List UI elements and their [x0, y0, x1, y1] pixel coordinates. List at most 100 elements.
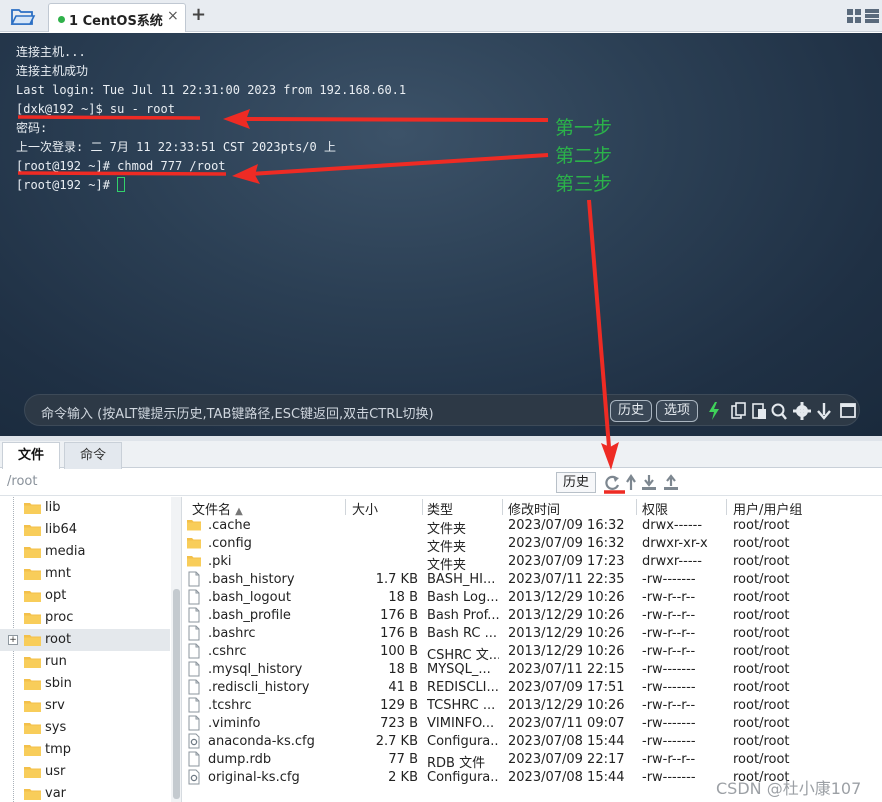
file-row[interactable]: anaconda-ks.cfg 2.7 KB Configura... 2023/07… — [186, 733, 826, 751]
folder-icon — [24, 635, 41, 646]
copy-icon[interactable] — [731, 402, 746, 419]
file-mtime: 2023/07/09 17:51 — [508, 680, 625, 695]
file-mtime: 2013/12/29 10:26 — [508, 644, 625, 659]
watermark: CSDN @杜小康107 — [716, 779, 862, 798]
terminal-area[interactable]: 连接主机... 连接主机成功 Last login: Tue Jul 11 22… — [0, 33, 882, 436]
file-row[interactable]: .viminfo 723 B VIMINFO... 2023/07/11 09:07 -… — [186, 715, 826, 733]
tree-item-label: proc — [45, 610, 74, 625]
add-tab-button[interactable]: + — [191, 4, 206, 25]
file-icon — [188, 625, 200, 641]
gear-icon[interactable] — [793, 402, 811, 420]
path-history-button[interactable]: 历史 — [556, 472, 596, 493]
file-icon — [188, 643, 200, 659]
tree-item-opt[interactable]: opt — [0, 585, 170, 607]
file-permissions: drwxr-xr-x — [642, 536, 708, 551]
annotation-step-1: 第一步 — [555, 117, 613, 139]
tree-item-label: sys — [45, 720, 67, 735]
open-folder-icon[interactable] — [10, 6, 36, 26]
download-icon[interactable] — [817, 403, 831, 420]
up-icon[interactable] — [626, 474, 636, 490]
file-size: 176 B — [380, 608, 418, 623]
tab-files[interactable]: 文件 — [2, 442, 60, 469]
column-header-name[interactable]: 文件名 ▲ — [192, 499, 243, 518]
paste-icon[interactable] — [752, 403, 766, 419]
column-header-permissions[interactable]: 权限 — [642, 499, 668, 518]
file-size: 129 B — [380, 698, 418, 713]
file-row[interactable]: .cshrc 100 B CSHRC 文... 2013/12/29 10:26 -rw… — [186, 643, 826, 663]
upload-icon[interactable] — [664, 474, 678, 490]
column-separator[interactable] — [345, 499, 346, 515]
tree-item-lib64[interactable]: lib64 — [0, 519, 170, 541]
column-header-type[interactable]: 类型 — [427, 499, 453, 518]
file-row[interactable]: dump.rdb 77 B RDB 文件 2023/07/09 22:17 -rw-r-… — [186, 751, 826, 771]
tree-scrollbar-thumb[interactable] — [173, 589, 180, 799]
tree-item-run[interactable]: run — [0, 651, 170, 673]
column-header-size[interactable]: 大小 — [352, 499, 378, 518]
file-row[interactable]: .rediscli_history 41 B REDISCLI... 2023/07/… — [186, 679, 826, 697]
tree-item-var[interactable]: var — [0, 783, 170, 802]
file-row[interactable]: .bash_logout 18 B Bash Log... 2013/12/29 10… — [186, 589, 826, 607]
file-row[interactable]: .tcshrc 129 B TCSHRC ... 2013/12/29 10:26 -r… — [186, 697, 826, 715]
tree-item-sys[interactable]: sys — [0, 717, 170, 739]
command-options-button[interactable]: 选项 — [656, 400, 699, 422]
download-icon[interactable] — [642, 475, 656, 490]
tree-item-mnt[interactable]: mnt — [0, 563, 170, 585]
file-type: BASH_HI... — [427, 572, 496, 587]
file-row[interactable]: .pki 文件夹 2023/07/09 17:23 drwxr----- root/ro… — [186, 553, 826, 573]
window-icon[interactable] — [840, 403, 856, 418]
file-permissions: drwxr----- — [642, 554, 702, 569]
tree-scrollbar[interactable] — [171, 497, 181, 802]
file-owner: root/root — [733, 698, 790, 713]
tree-item-usr[interactable]: usr — [0, 761, 170, 783]
file-owner: root/root — [733, 536, 790, 551]
column-separator[interactable] — [422, 499, 423, 515]
column-separator[interactable] — [726, 499, 727, 515]
tree-item-root[interactable]: + root — [0, 629, 170, 651]
file-mtime: 2023/07/11 09:07 — [508, 716, 625, 731]
tree-item-lib[interactable]: lib — [0, 497, 170, 519]
session-tab[interactable]: 1 CentOS系统 × — [48, 3, 186, 32]
file-type: Bash Prof... — [427, 608, 499, 623]
file-row[interactable]: .bashrc 176 B Bash RC ... 2013/12/29 10:26 -… — [186, 625, 826, 643]
folder-icon — [24, 503, 41, 514]
column-header-mtime[interactable]: 修改时间 — [508, 499, 560, 518]
file-type: Configura... — [427, 734, 499, 749]
column-header-owner[interactable]: 用户/用户组 — [733, 499, 802, 518]
tree-item-label: srv — [45, 698, 65, 713]
file-row[interactable]: .bash_history 1.7 KB BASH_HI... 2023/07/11 … — [186, 571, 826, 589]
tree-item-srv[interactable]: srv — [0, 695, 170, 717]
column-separator[interactable] — [502, 499, 503, 515]
refresh-icon[interactable] — [605, 475, 620, 490]
command-history-button[interactable]: 历史 — [610, 400, 653, 422]
file-owner: root/root — [733, 518, 790, 533]
path-input[interactable]: /root — [7, 474, 37, 489]
file-icon — [188, 715, 200, 731]
layout-grid-icon[interactable] — [846, 8, 880, 24]
tree-item-tmp[interactable]: tmp — [0, 739, 170, 761]
tree-expand-icon[interactable]: + — [8, 635, 18, 645]
terminal-line: Last login: Tue Jul 11 22:31:00 2023 fro… — [16, 83, 407, 97]
lightning-icon[interactable] — [709, 402, 719, 420]
file-row[interactable]: .bash_profile 176 B Bash Prof... 2013/12/29… — [186, 607, 826, 625]
config-file-icon — [188, 733, 200, 749]
tree-item-media[interactable]: media — [0, 541, 170, 563]
file-icon — [188, 589, 200, 605]
file-mtime: 2013/12/29 10:26 — [508, 698, 625, 713]
file-permissions: -rw------- — [642, 734, 696, 749]
file-owner: root/root — [733, 662, 790, 677]
file-size: 41 B — [388, 680, 418, 695]
column-separator[interactable] — [636, 499, 637, 515]
file-size: 18 B — [388, 590, 418, 605]
tab-commands[interactable]: 命令 — [64, 442, 122, 469]
tree-item-sbin[interactable]: sbin — [0, 673, 170, 695]
file-row[interactable]: .mysql_history 18 B MYSQL_... 2023/07/11 22… — [186, 661, 826, 679]
folder-icon — [24, 701, 41, 712]
close-tab-icon[interactable]: × — [167, 8, 179, 24]
folder-icon — [24, 679, 41, 690]
tree-item-proc[interactable]: proc — [0, 607, 170, 629]
command-input-bar[interactable]: 命令输入 (按ALT键提示历史,TAB键路径,ESC键返回,双击CTRL切换) … — [24, 394, 860, 426]
file-mtime: 2023/07/11 22:35 — [508, 572, 625, 587]
file-row[interactable]: .cache 文件夹 2023/07/09 16:32 drwx------ root/… — [186, 517, 826, 537]
file-row[interactable]: .config 文件夹 2023/07/09 16:32 drwxr-xr-x root… — [186, 535, 826, 555]
search-icon[interactable] — [771, 403, 787, 420]
